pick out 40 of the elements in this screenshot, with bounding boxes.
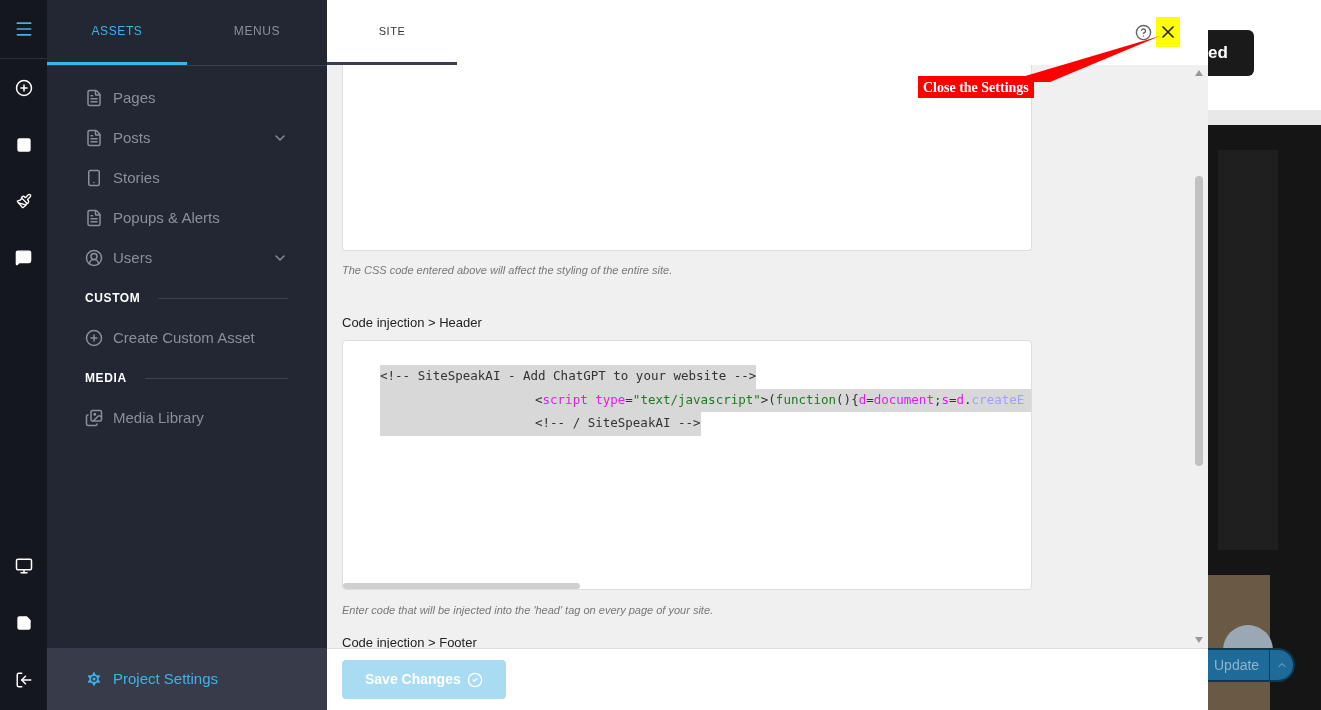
panel-tab[interactable]: MENUS	[187, 0, 327, 65]
user-icon	[85, 249, 103, 267]
asset-item[interactable]: Pages	[85, 78, 288, 118]
scrollbar-thumb[interactable]	[1194, 176, 1203, 466]
note-icon[interactable]	[15, 615, 32, 631]
section-heading: CUSTOM	[85, 290, 141, 307]
asset-item[interactable]: Media Library	[85, 398, 288, 438]
add-icon[interactable]	[14, 79, 33, 97]
monitor-icon[interactable]	[14, 557, 33, 575]
exit-icon[interactable]	[14, 671, 33, 689]
close-button[interactable]	[1156, 17, 1180, 47]
asset-item[interactable]: Stories	[85, 158, 288, 198]
project-settings-button[interactable]: Project Settings	[47, 648, 327, 710]
hint-text: Enter code that will be injected into the 'head' tag on every page of your site.	[342, 603, 715, 618]
hint-text: The CSS code entered above will affect the styling of the entire site.	[342, 263, 674, 278]
section-heading: MEDIA	[85, 370, 127, 387]
brush-icon[interactable]	[15, 193, 32, 209]
document-icon	[85, 89, 103, 107]
caret-button[interactable]	[1269, 650, 1294, 680]
gear-icon	[85, 670, 103, 688]
document-icon	[85, 129, 103, 147]
css-code-field[interactable]	[342, 65, 1032, 251]
asset-item[interactable]: Posts	[85, 118, 288, 158]
asset-item[interactable]: Popups & Alerts	[85, 198, 288, 238]
help-icon[interactable]	[1135, 24, 1152, 41]
callout-label: Close the Settings	[918, 76, 1034, 98]
asset-item[interactable]: Create Custom Asset	[85, 318, 288, 358]
page-button[interactable]: ed	[1208, 30, 1254, 76]
field-label: Code injection > Header	[342, 313, 483, 332]
check-icon	[466, 671, 483, 688]
asset-item[interactable]: Users	[85, 238, 288, 278]
header-code-field[interactable]: <!-- SiteSpeakAI - Add ChatGPT to your website --> <script type="text/javascript">(function(){d=document;s=d.createE <!-- / SiteSpeakAI -->	[342, 340, 1032, 590]
panel-tab[interactable]: ASSETS	[47, 0, 187, 65]
document-icon	[85, 209, 103, 227]
images-icon	[85, 409, 103, 427]
phone-icon	[85, 169, 103, 187]
square-icon[interactable]	[15, 137, 32, 153]
update-button[interactable]: Update	[1208, 650, 1270, 680]
plus-icon	[85, 329, 103, 347]
chat-icon[interactable]	[15, 249, 32, 266]
